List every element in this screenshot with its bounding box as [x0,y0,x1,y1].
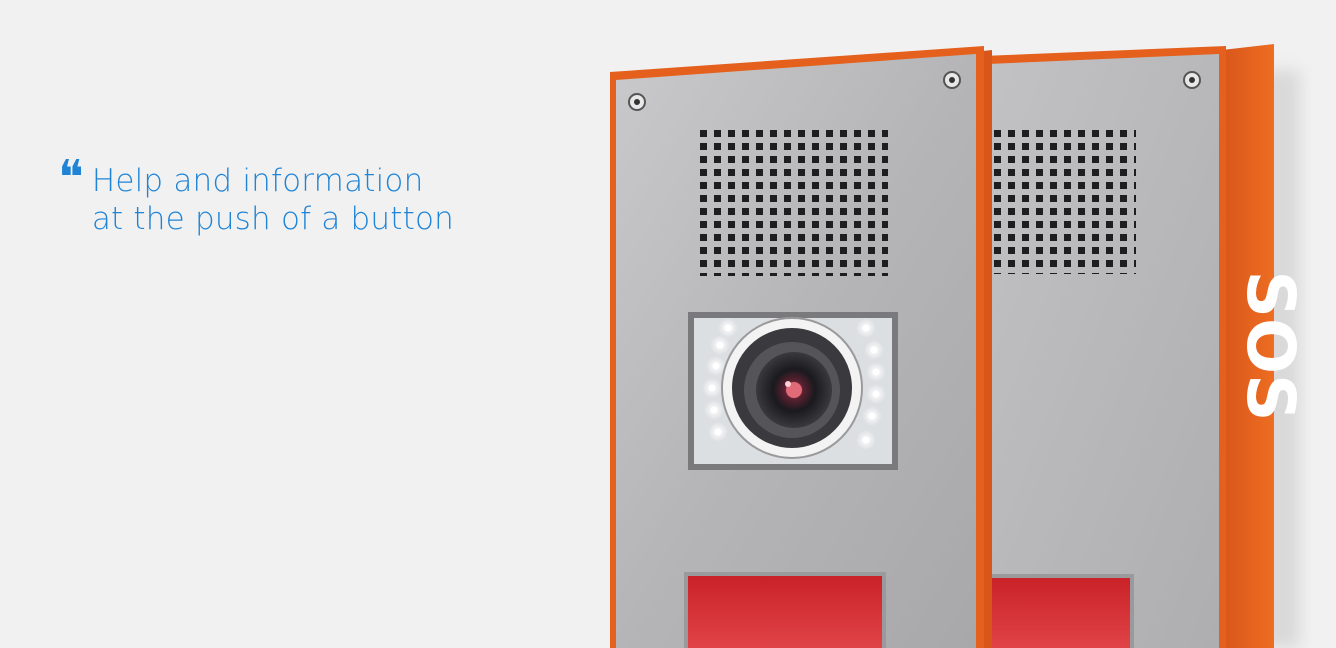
intercom-unit-front [610,46,992,648]
emergency-call-button[interactable] [684,572,886,648]
screw-icon [628,93,646,111]
speaker-grille [700,128,888,276]
intercom-unit-back: SOS [982,44,1309,648]
sos-side-label: SOS [1232,270,1309,421]
emergency-intercom-illustration: SOS [610,44,1309,648]
camera-module [688,312,898,470]
screw-icon [943,71,961,89]
svg-text:SOS: SOS [1232,270,1309,421]
